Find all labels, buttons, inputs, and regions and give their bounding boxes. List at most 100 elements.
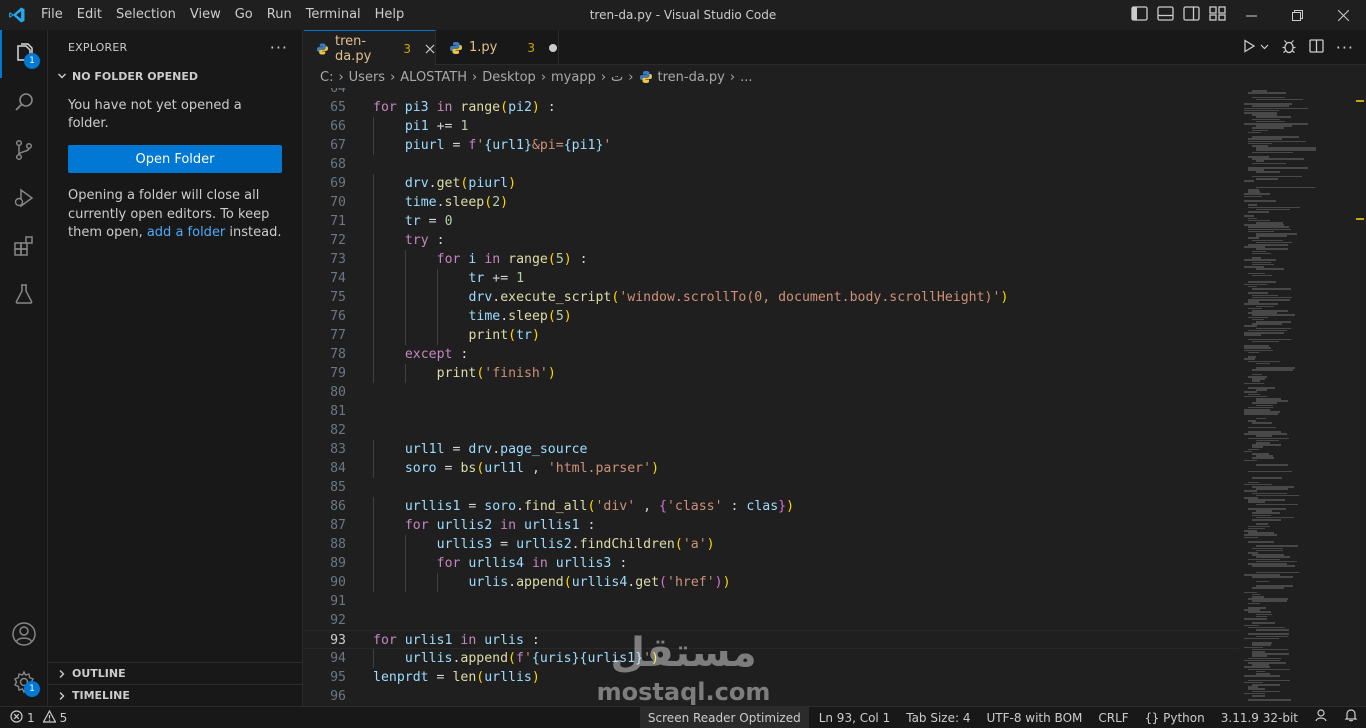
code-line[interactable]: 82 — [304, 421, 1239, 440]
menu-selection[interactable]: Selection — [109, 0, 183, 30]
problems-indicator[interactable]: 1 5 — [10, 707, 67, 728]
accounts-icon[interactable] — [0, 610, 48, 658]
outline-section-header[interactable]: OUTLINE — [48, 662, 303, 684]
close-tab-icon[interactable] — [425, 44, 435, 54]
code-line[interactable]: 67 piurl = f'{url1}&pi={pi1}' — [304, 136, 1239, 155]
code-line[interactable]: 87 for urllis2 in urllis1 : — [304, 516, 1239, 535]
code-line[interactable]: 86 urllis1 = soro.find_all('div' , {'cla… — [304, 497, 1239, 516]
extensions-icon[interactable] — [0, 222, 48, 270]
code-line[interactable]: 88 urllis3 = urllis2.findChildren('a') — [304, 535, 1239, 554]
code-line[interactable]: 81 — [304, 402, 1239, 421]
more-actions-icon[interactable]: ··· — [1336, 38, 1354, 57]
feedback-icon[interactable] — [1306, 707, 1336, 728]
code-line[interactable]: 73 for i in range(5) : — [304, 250, 1239, 269]
breadcrumb-item[interactable]: myapp — [551, 70, 596, 85]
notifications-bell-icon[interactable] — [1336, 707, 1366, 728]
menu-run[interactable]: Run — [260, 0, 299, 30]
toggle-primary-sidebar-icon[interactable] — [1131, 5, 1148, 25]
code-line[interactable]: 85 — [304, 478, 1239, 497]
code-line[interactable]: 92 — [304, 611, 1239, 630]
code-line[interactable]: 75 drv.execute_script('window.scrollTo(0… — [304, 288, 1239, 307]
breadcrumb-item[interactable]: Users — [349, 70, 385, 85]
menu-help[interactable]: Help — [368, 0, 412, 30]
code-line[interactable]: 77 print(tr) — [304, 326, 1239, 345]
code-line[interactable]: 74 tr += 1 — [304, 269, 1239, 288]
code-line[interactable]: 70 time.sleep(2) — [304, 193, 1239, 212]
run-debug-icon[interactable] — [0, 174, 48, 222]
code-line[interactable]: 93 for urlis1 in urlis : — [304, 630, 1239, 649]
screen-reader-status[interactable]: Screen Reader Optimized — [639, 707, 809, 728]
code-line[interactable]: 72 try : — [304, 231, 1239, 250]
language-mode[interactable]: {} Python — [1137, 707, 1213, 728]
menu-view[interactable]: View — [183, 0, 228, 30]
code-line[interactable]: 76 time.sleep(5) — [304, 307, 1239, 326]
add-folder-link[interactable]: add a folder — [147, 225, 225, 240]
code-text: soro = bs(url1l , 'html.parser') — [404, 461, 660, 476]
code-lines[interactable]: 64 65 for pi3 in range(pi2) :66 pi1 += 1 67… — [304, 88, 1239, 706]
toggle-panel-icon[interactable] — [1157, 5, 1174, 25]
code-line[interactable]: 78 except : — [304, 345, 1239, 364]
end-of-line[interactable]: CRLF — [1090, 707, 1136, 728]
source-control-icon[interactable] — [0, 126, 48, 174]
cursor-position[interactable]: Ln 93, Col 1 — [811, 707, 899, 728]
breadcrumb-item[interactable]: C: — [320, 70, 333, 85]
tab-tren-da-py[interactable]: tren-da.py 3 — [304, 30, 436, 66]
line-number: 69 — [330, 176, 346, 191]
code-line[interactable]: 69 drv.get(piurl) — [304, 174, 1239, 193]
line-number: 90 — [330, 575, 346, 590]
code-line[interactable]: 91 — [304, 592, 1239, 611]
code-line[interactable]: 94 urllis.append(f'{uris}{urlis1}') — [304, 649, 1239, 668]
python-interpreter[interactable]: 3.11.9 32-bit — [1213, 707, 1306, 728]
minimap[interactable] — [1240, 88, 1352, 706]
minimize-icon[interactable] — [1228, 0, 1274, 30]
breadcrumb-item[interactable]: ... — [740, 70, 752, 85]
no-folder-section-header[interactable]: NO FOLDER OPENED — [48, 65, 302, 87]
line-number: 87 — [330, 518, 346, 533]
code-line[interactable]: 83 url1l = drv.page_source — [304, 440, 1239, 459]
search-icon[interactable] — [0, 78, 48, 126]
line-number: 80 — [330, 385, 346, 400]
close-icon[interactable] — [1320, 0, 1366, 30]
tab-1-py[interactable]: 1.py 3 — [437, 30, 559, 65]
run-dropdown-chevron-icon[interactable] — [1260, 40, 1269, 55]
menu-file[interactable]: File — [34, 0, 70, 30]
menu-go[interactable]: Go — [228, 0, 260, 30]
breadcrumb-item[interactable]: Desktop — [482, 70, 536, 85]
explorer-icon[interactable]: 1 — [0, 30, 48, 78]
code-line[interactable]: 65 for pi3 in range(pi2) : — [304, 98, 1239, 117]
code-line[interactable]: 79 print('finish') — [304, 364, 1239, 383]
file-encoding[interactable]: UTF-8 with BOM — [978, 707, 1090, 728]
code-line[interactable]: 66 pi1 += 1 — [304, 117, 1239, 136]
code-line[interactable]: 68 — [304, 155, 1239, 174]
code-line[interactable]: 80 — [304, 383, 1239, 402]
code-line[interactable]: 95 lenprdt = len(urllis) — [304, 668, 1239, 687]
restore-icon[interactable] — [1274, 0, 1320, 30]
breadcrumb-item[interactable]: ت — [611, 70, 623, 85]
code-line[interactable]: 64 — [304, 88, 1239, 98]
vertical-scrollbar[interactable] — [1352, 88, 1366, 706]
code-editor[interactable]: 64 65 for pi3 in range(pi2) :66 pi1 += 1 67… — [304, 88, 1366, 706]
open-folder-button[interactable]: Open Folder — [68, 145, 282, 173]
breadcrumb-item[interactable]: ALOSTATH — [400, 70, 467, 85]
customize-layout-icon[interactable] — [1209, 5, 1226, 25]
breadcrumb-item[interactable]: tren-da.py — [658, 70, 725, 85]
code-line[interactable]: 90 urlis.append(urllis4.get('href')) — [304, 573, 1239, 592]
code-line[interactable]: 89 for urllis4 in urllis3 : — [304, 554, 1239, 573]
debug-icon[interactable] — [1281, 38, 1297, 58]
toggle-secondary-sidebar-icon[interactable] — [1183, 5, 1200, 25]
more-actions-icon[interactable]: ··· — [270, 38, 288, 57]
timeline-section-header[interactable]: TIMELINE — [48, 684, 303, 706]
line-number: 66 — [330, 119, 346, 134]
menu-edit[interactable]: Edit — [70, 0, 109, 30]
manage-gear-icon[interactable]: 1 — [0, 658, 48, 706]
split-editor-icon[interactable] — [1309, 38, 1324, 57]
menu-terminal[interactable]: Terminal — [299, 0, 368, 30]
run-python-file-icon[interactable] — [1242, 38, 1256, 57]
code-line[interactable]: 84 soro = bs(url1l , 'html.parser') — [304, 459, 1239, 478]
unsaved-dot-icon[interactable] — [549, 43, 557, 52]
testing-icon[interactable] — [0, 270, 48, 318]
explorer-badge: 1 — [24, 53, 40, 69]
tab-size[interactable]: Tab Size: 4 — [898, 707, 978, 728]
code-line[interactable]: 96 — [304, 687, 1239, 706]
code-line[interactable]: 71 tr = 0 — [304, 212, 1239, 231]
